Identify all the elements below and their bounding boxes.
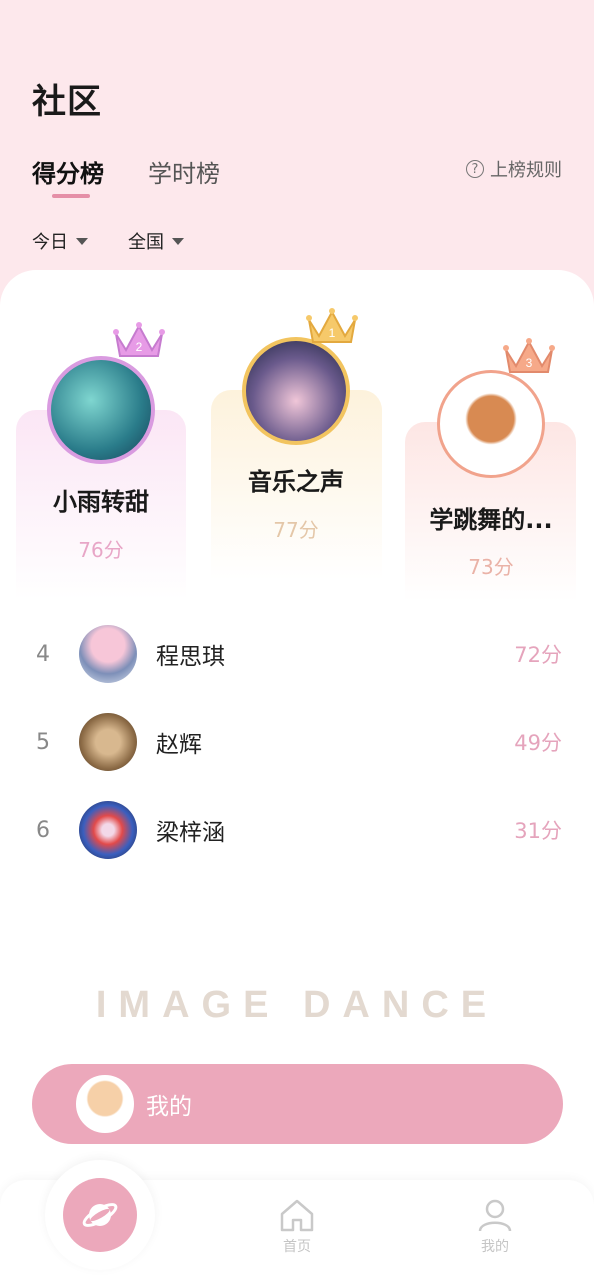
nav-home[interactable]: 首页: [267, 1198, 327, 1256]
svg-text:1: 1: [329, 326, 336, 340]
crown-bronze-icon: 3: [503, 338, 555, 373]
list-item[interactable]: 5 赵辉 49分: [0, 712, 594, 772]
avatar-second-place[interactable]: [47, 356, 155, 464]
user-score: 49分: [514, 731, 562, 755]
tab-study-time-ranking[interactable]: 学时榜: [148, 154, 220, 198]
svg-text:3: 3: [526, 356, 533, 370]
date-filter-label: 今日: [32, 232, 68, 253]
my-ranking-label: 我的: [146, 1094, 192, 1120]
third-place-score: 73分: [468, 555, 514, 579]
first-place-name: 音乐之声: [248, 468, 344, 496]
brand-logo: IMAGE DANCE: [95, 984, 499, 1026]
my-avatar: [76, 1075, 134, 1133]
ranking-tabs: 得分榜 学时榜: [32, 154, 220, 198]
nav-home-label: 首页: [283, 1239, 311, 1255]
my-ranking-bar[interactable]: 我的: [32, 1064, 563, 1144]
user-name: 程思琪: [156, 644, 225, 670]
planet-icon: [63, 1178, 137, 1252]
ranking-rules-label: 上榜规则: [490, 160, 562, 181]
avatar-first-place[interactable]: [242, 337, 350, 445]
region-filter-label: 全国: [128, 232, 164, 253]
tab-score-ranking[interactable]: 得分榜: [32, 154, 104, 198]
second-place-name: 小雨转甜: [53, 488, 149, 516]
crown-gold-icon: 1: [306, 308, 358, 343]
second-place-score: 76分: [78, 538, 124, 562]
svg-text:2: 2: [136, 340, 143, 354]
user-name: 赵辉: [156, 732, 202, 758]
list-item[interactable]: 6 梁梓涵 31分: [0, 800, 594, 860]
nav-mine[interactable]: 我的: [465, 1198, 525, 1256]
ranking-rules-link[interactable]: ? 上榜规则: [466, 156, 562, 182]
third-place-name: 学跳舞的...: [429, 506, 553, 534]
rank-number: 4: [36, 641, 50, 667]
user-score: 72分: [514, 643, 562, 667]
filter-bar: 今日 全国: [32, 228, 184, 254]
rank-number: 6: [36, 817, 50, 843]
question-circle-icon: ?: [466, 160, 484, 178]
caret-down-icon: [76, 237, 88, 245]
user-score: 31分: [514, 819, 562, 843]
bottom-nav: 首页 我的: [0, 1160, 594, 1280]
rank-number: 5: [36, 729, 50, 755]
crown-silver-icon: 2: [113, 322, 165, 357]
community-tab-button[interactable]: [45, 1160, 155, 1270]
first-place-score: 77分: [273, 518, 319, 542]
user-name: 梁梓涵: [156, 820, 225, 846]
region-filter-dropdown[interactable]: 全国: [128, 228, 184, 254]
home-icon: [280, 1199, 314, 1232]
list-item[interactable]: 4 程思琪 72分: [0, 624, 594, 684]
date-filter-dropdown[interactable]: 今日: [32, 228, 88, 254]
avatar: [79, 801, 137, 859]
leaderboard-panel: 2 小雨转甜 76分 1 音乐之声 77分 3 学跳舞的... 73分 4 程思…: [0, 270, 594, 1280]
avatar-third-place[interactable]: [437, 370, 545, 478]
user-icon: [478, 1199, 512, 1232]
avatar: [79, 625, 137, 683]
avatar: [79, 713, 137, 771]
page-title: 社区: [32, 82, 102, 122]
caret-down-icon: [172, 237, 184, 245]
nav-mine-label: 我的: [481, 1239, 509, 1255]
